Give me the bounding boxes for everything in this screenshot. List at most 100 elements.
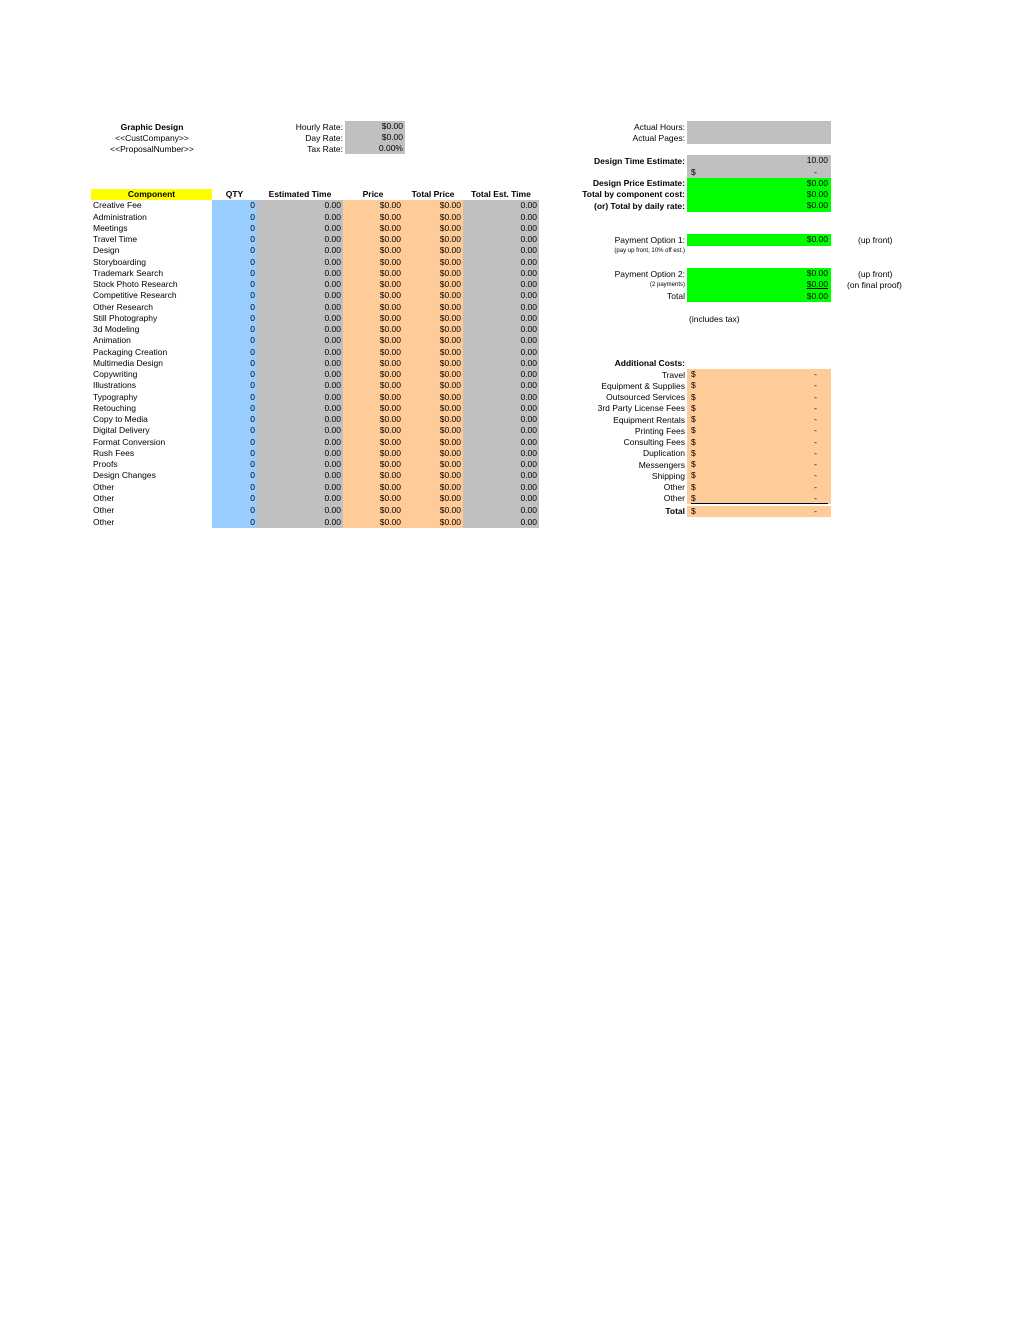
estimated-time-field[interactable]: 0.00	[257, 290, 343, 302]
qty-field[interactable]: 0	[212, 256, 257, 268]
estimated-time-field[interactable]: 0.00	[257, 267, 343, 279]
additional-cost-field[interactable]: $ -	[687, 414, 831, 426]
price-field[interactable]: $0.00	[343, 211, 403, 223]
price-field[interactable]: $0.00	[343, 279, 403, 291]
estimated-time-field[interactable]: 0.00	[257, 200, 343, 212]
estimated-time-field[interactable]: 0.00	[257, 222, 343, 234]
additional-cost-field[interactable]: $ -	[687, 369, 831, 381]
additional-cost-field[interactable]: $ -	[687, 436, 831, 448]
price-field[interactable]: $0.00	[343, 324, 403, 336]
qty-field[interactable]: 0	[212, 402, 257, 414]
price-field[interactable]: $0.00	[343, 391, 403, 403]
day-rate-field[interactable]: $0.00	[345, 132, 405, 143]
price-field[interactable]: $0.00	[343, 346, 403, 358]
price-field[interactable]: $0.00	[343, 357, 403, 369]
tax-rate-field[interactable]: 0.00%	[345, 143, 405, 154]
estimated-time-field[interactable]: 0.00	[257, 357, 343, 369]
qty-field[interactable]: 0	[212, 245, 257, 257]
additional-cost-field[interactable]: $ -	[687, 391, 831, 403]
estimated-time-field[interactable]: 0.00	[257, 324, 343, 336]
price-field[interactable]: $0.00	[343, 470, 403, 482]
price-field[interactable]: $0.00	[343, 222, 403, 234]
estimated-time-field[interactable]: 0.00	[257, 245, 343, 257]
price-field[interactable]: $0.00	[343, 234, 403, 246]
price-field[interactable]: $0.00	[343, 335, 403, 347]
estimated-time-field[interactable]: 0.00	[257, 402, 343, 414]
hourly-rate-field[interactable]: $0.00	[345, 121, 405, 132]
price-field[interactable]: $0.00	[343, 492, 403, 504]
qty-field[interactable]: 0	[212, 436, 257, 448]
additional-cost-field[interactable]: $ -	[687, 492, 831, 504]
qty-field[interactable]: 0	[212, 301, 257, 313]
estimated-time-field[interactable]: 0.00	[257, 436, 343, 448]
actual-pages-field[interactable]	[687, 132, 831, 144]
price-field[interactable]: $0.00	[343, 481, 403, 493]
price-field[interactable]: $0.00	[343, 312, 403, 324]
qty-field[interactable]: 0	[212, 414, 257, 426]
estimated-time-field[interactable]: 0.00	[257, 211, 343, 223]
qty-field[interactable]: 0	[212, 346, 257, 358]
qty-field[interactable]: 0	[212, 447, 257, 459]
qty-field[interactable]: 0	[212, 369, 257, 381]
estimated-time-field[interactable]: 0.00	[257, 459, 343, 471]
qty-field[interactable]: 0	[212, 492, 257, 504]
estimated-time-field[interactable]: 0.00	[257, 312, 343, 324]
price-field[interactable]: $0.00	[343, 517, 403, 529]
estimated-time-field[interactable]: 0.00	[257, 504, 343, 517]
qty-field[interactable]: 0	[212, 290, 257, 302]
additional-cost-field[interactable]: $ -	[687, 380, 831, 392]
qty-field[interactable]: 0	[212, 470, 257, 482]
qty-field[interactable]: 0	[212, 425, 257, 437]
price-field[interactable]: $0.00	[343, 380, 403, 392]
estimated-time-field[interactable]: 0.00	[257, 481, 343, 493]
estimated-time-field[interactable]: 0.00	[257, 301, 343, 313]
additional-cost-field[interactable]: $ -	[687, 459, 831, 471]
estimated-time-field[interactable]: 0.00	[257, 380, 343, 392]
qty-field[interactable]: 0	[212, 312, 257, 324]
qty-field[interactable]: 0	[212, 380, 257, 392]
price-field[interactable]: $0.00	[343, 267, 403, 279]
price-field[interactable]: $0.00	[343, 290, 403, 302]
additional-cost-field[interactable]: $ -	[687, 402, 831, 414]
additional-cost-field[interactable]: $ -	[687, 481, 831, 493]
estimated-time-field[interactable]: 0.00	[257, 517, 343, 529]
qty-field[interactable]: 0	[212, 481, 257, 493]
estimated-time-field[interactable]: 0.00	[257, 391, 343, 403]
price-field[interactable]: $0.00	[343, 436, 403, 448]
qty-field[interactable]: 0	[212, 459, 257, 471]
additional-cost-field[interactable]: $ -	[687, 425, 831, 437]
estimated-time-field[interactable]: 0.00	[257, 256, 343, 268]
qty-field[interactable]: 0	[212, 234, 257, 246]
price-field[interactable]: $0.00	[343, 425, 403, 437]
price-field[interactable]: $0.00	[343, 245, 403, 257]
qty-field[interactable]: 0	[212, 200, 257, 212]
qty-field[interactable]: 0	[212, 222, 257, 234]
estimated-time-field[interactable]: 0.00	[257, 447, 343, 459]
price-field[interactable]: $0.00	[343, 200, 403, 212]
price-field[interactable]: $0.00	[343, 459, 403, 471]
qty-field[interactable]: 0	[212, 211, 257, 223]
additional-cost-field[interactable]: $ -	[687, 447, 831, 459]
qty-field[interactable]: 0	[212, 324, 257, 336]
actual-hours-field[interactable]	[687, 121, 831, 133]
qty-field[interactable]: 0	[212, 357, 257, 369]
qty-field[interactable]: 0	[212, 279, 257, 291]
qty-field[interactable]: 0	[212, 391, 257, 403]
price-field[interactable]: $0.00	[343, 301, 403, 313]
estimated-time-field[interactable]: 0.00	[257, 414, 343, 426]
price-field[interactable]: $0.00	[343, 256, 403, 268]
estimated-time-field[interactable]: 0.00	[257, 492, 343, 504]
qty-field[interactable]: 0	[212, 504, 257, 517]
estimated-time-field[interactable]: 0.00	[257, 470, 343, 482]
estimated-time-field[interactable]: 0.00	[257, 335, 343, 347]
price-field[interactable]: $0.00	[343, 504, 403, 517]
qty-field[interactable]: 0	[212, 267, 257, 279]
estimated-time-field[interactable]: 0.00	[257, 234, 343, 246]
estimated-time-field[interactable]: 0.00	[257, 425, 343, 437]
estimated-time-field[interactable]: 0.00	[257, 346, 343, 358]
estimated-time-field[interactable]: 0.00	[257, 369, 343, 381]
price-field[interactable]: $0.00	[343, 369, 403, 381]
additional-cost-field[interactable]: $ -	[687, 470, 831, 482]
qty-field[interactable]: 0	[212, 517, 257, 529]
qty-field[interactable]: 0	[212, 335, 257, 347]
